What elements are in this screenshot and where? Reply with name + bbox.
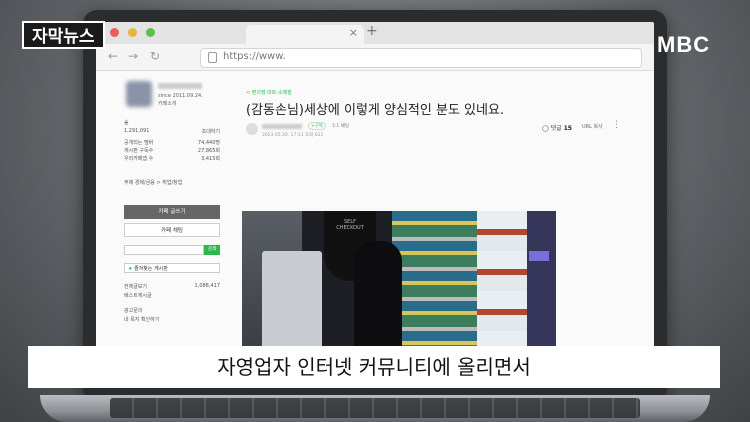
- close-window-button[interactable]: [110, 28, 119, 37]
- post-category-link[interactable]: < 편의점·마트·소매점: [246, 89, 292, 96]
- comment-label: 댓글: [550, 125, 562, 132]
- post-title: (감동손님)세상에 이렇게 양심적인 분도 있네요.: [246, 103, 505, 118]
- board-label: 광고문의: [124, 308, 143, 314]
- cafe-search-button[interactable]: 검색: [204, 245, 220, 255]
- comment-count[interactable]: ◯ 댓글 15: [542, 123, 572, 132]
- stat-row: 우리카페앱 수 3,415회: [124, 155, 220, 162]
- forward-arrow-icon[interactable]: →: [128, 49, 138, 63]
- board-label: 전체글보기: [124, 284, 148, 290]
- broadcaster-logo: MBC: [657, 32, 711, 57]
- laptop-keyboard: [110, 398, 640, 418]
- favorite-boards[interactable]: ★ 즐겨찾는 게시판: [124, 263, 220, 273]
- address-bar[interactable]: https://www.: [200, 48, 642, 68]
- cafe-page: since 2011.09.24. 카페소개 숲 1,291,091 초대하기 …: [96, 71, 654, 378]
- stat-value: 3,415회: [201, 156, 220, 162]
- more-options-icon[interactable]: ⋮: [612, 120, 621, 130]
- invite-link[interactable]: 초대하기: [202, 128, 220, 135]
- board-link-mine[interactable]: 내 목지 확인하기: [124, 316, 220, 323]
- author-avatar: [246, 123, 258, 135]
- member-count-row: 1,291,091 초대하기: [124, 128, 220, 135]
- stat-row: 게시판 구독수 27,865회: [124, 147, 220, 154]
- copy-url-button[interactable]: URL 복사: [582, 123, 603, 130]
- back-arrow-icon[interactable]: ←: [108, 49, 118, 63]
- stat-value: 27,865회: [197, 148, 220, 154]
- stat-row: 공개되는 멤버 74,440명: [124, 139, 220, 146]
- stat-label: 공개되는 멤버: [124, 140, 154, 146]
- cafe-level: 숲: [124, 119, 220, 126]
- lock-icon: [208, 52, 217, 63]
- stat-label: 우리카페앱 수: [124, 156, 154, 162]
- stat-value: 74,440명: [197, 140, 220, 146]
- photo-sign-text: SELF CHECKOUT: [336, 219, 364, 231]
- cafe-chat-button[interactable]: 카페 채팅: [124, 223, 220, 237]
- stat-label: 게시판 구독수: [124, 148, 154, 154]
- cafe-search-input[interactable]: [124, 245, 204, 255]
- title-bar: × +: [96, 22, 654, 44]
- board-count: 1,088,417: [194, 283, 220, 289]
- board-label: 베스트게시글: [124, 293, 152, 299]
- board-label: 내 목지 확인하기: [124, 317, 160, 323]
- write-post-button[interactable]: 카페 글쓰기: [124, 205, 220, 219]
- favorite-label: 즐겨찾는 게시판: [134, 266, 168, 272]
- cafe-topic: 주제 경제/금융 > 취업/창업: [124, 180, 183, 186]
- board-link-ads[interactable]: 광고문의: [124, 307, 220, 314]
- reload-icon[interactable]: ↻: [150, 49, 160, 63]
- browser-tab[interactable]: ×: [246, 25, 364, 44]
- new-tab-button[interactable]: +: [366, 23, 378, 39]
- close-icon[interactable]: ×: [349, 26, 358, 39]
- comment-number: 15: [563, 125, 572, 132]
- url-text: https://www.: [223, 51, 286, 62]
- subscribe-badge[interactable]: +구독: [308, 122, 327, 130]
- photo-screen-glow: [529, 251, 549, 261]
- chat-link[interactable]: 1:1 채팅: [332, 123, 349, 129]
- subtitle-caption: 자영업자 인터넷 커뮤니티에 올리면서: [28, 346, 720, 388]
- comment-icon: ◯: [542, 125, 551, 132]
- browser-toolbar: ← → ↻ https://www.: [96, 44, 654, 71]
- minimize-window-button[interactable]: [128, 28, 137, 37]
- cafe-since: since 2011.09.24.: [158, 93, 203, 99]
- news-logo: 자막뉴스: [22, 21, 105, 49]
- cafe-name-blurred: [158, 83, 202, 89]
- post-date: 2023.05.20. 17:11 조회 621: [262, 133, 324, 138]
- board-link-all[interactable]: 전체글보기 1,088,417: [124, 283, 220, 290]
- cafe-avatar: [126, 81, 152, 107]
- cafe-intro-link[interactable]: 카페소개: [158, 100, 176, 107]
- maximize-window-button[interactable]: [146, 28, 155, 37]
- member-count: 1,291,091: [124, 128, 150, 134]
- level-label: 숲: [124, 120, 129, 126]
- author-name-blurred: [262, 124, 302, 129]
- board-link-best[interactable]: 베스트게시글: [124, 292, 220, 299]
- browser-window: × + ← → ↻ https://www. since 2011.09.24.…: [96, 22, 654, 378]
